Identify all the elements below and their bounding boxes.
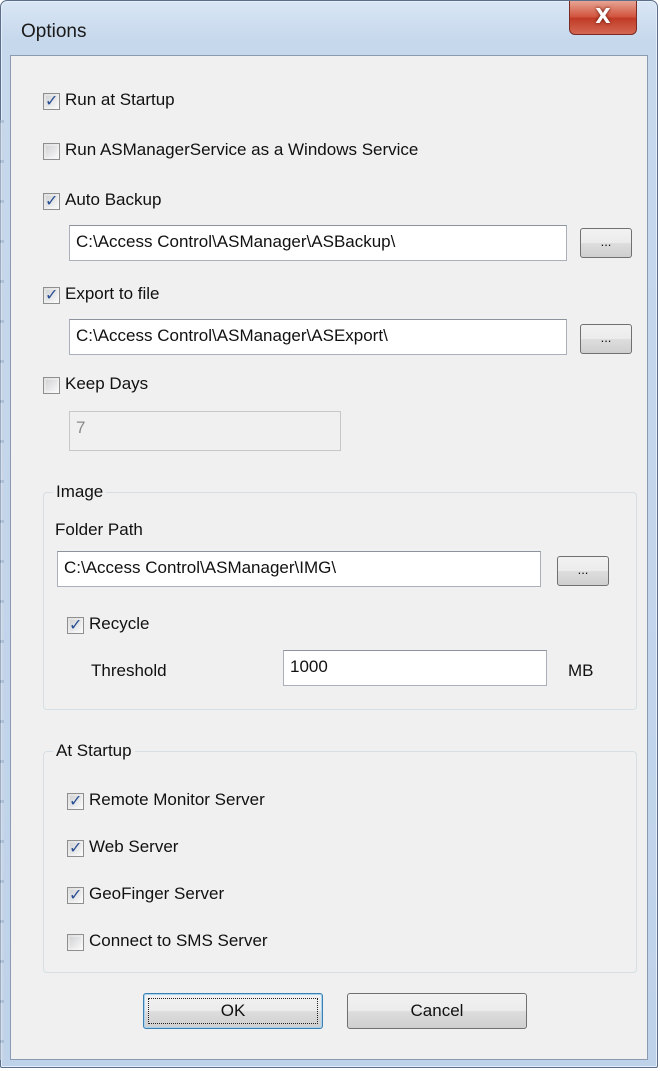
image-group-title: Image — [53, 482, 107, 502]
threshold-label: Threshold — [91, 661, 167, 680]
checkmark-icon: ✓ — [45, 191, 59, 210]
checkmark-icon: ✓ — [45, 91, 59, 110]
run-as-service-checkbox[interactable]: ✓ — [43, 143, 60, 160]
run-at-startup-checkbox[interactable]: ✓ — [43, 91, 60, 110]
remote-monitor-server-checkbox[interactable]: ✓ — [67, 791, 84, 810]
export-browse-button[interactable]: ... — [580, 324, 632, 354]
auto-backup-label: Auto Backup — [65, 190, 162, 209]
geofinger-server-checkbox[interactable]: ✓ — [67, 885, 84, 904]
checkmark-icon: ✓ — [69, 615, 83, 634]
run-as-service-label: Run ASManagerService as a Windows Servic… — [65, 140, 419, 159]
backup-browse-button[interactable]: ... — [580, 228, 632, 258]
export-to-file-checkbox[interactable]: ✓ — [43, 285, 60, 304]
checkmark-icon: ✓ — [69, 791, 83, 810]
keep-days-checkbox[interactable]: ✓ — [43, 377, 60, 394]
recycle-label: Recycle — [89, 614, 150, 633]
window-title: Options — [21, 21, 87, 42]
keep-days-input[interactable]: 7 — [69, 411, 341, 451]
auto-backup-checkbox[interactable]: ✓ — [43, 191, 60, 210]
dialog-client-area: ✓ Run at Startup ✓ Run ASManagerService … — [10, 55, 648, 1060]
focus-rectangle — [148, 998, 318, 1024]
cancel-button[interactable]: Cancel — [347, 993, 527, 1029]
checkmark-icon: ✓ — [69, 838, 83, 857]
connect-sms-server-checkbox[interactable]: ✓ — [67, 934, 84, 951]
image-browse-button[interactable]: ... — [557, 556, 609, 586]
browse-button-label: ... — [577, 562, 589, 577]
close-icon: X — [595, 4, 611, 28]
threshold-input[interactable]: 1000 — [283, 650, 547, 686]
checkmark-icon: ✓ — [45, 285, 59, 304]
close-button[interactable]: X — [569, 1, 637, 35]
image-folder-path-input[interactable]: C:\Access Control\ASManager\IMG\ — [57, 551, 541, 587]
window-left-border — [0, 120, 4, 1060]
geofinger-server-label: GeoFinger Server — [89, 884, 225, 903]
export-to-file-label: Export to file — [65, 284, 160, 303]
remote-monitor-server-label: Remote Monitor Server — [89, 790, 265, 809]
ok-button[interactable]: OK — [143, 993, 323, 1029]
run-at-startup-label: Run at Startup — [65, 90, 175, 109]
backup-path-input[interactable]: C:\Access Control\ASManager\ASBackup\ — [69, 225, 567, 261]
threshold-unit: MB — [568, 661, 594, 680]
export-path-input[interactable]: C:\Access Control\ASManager\ASExport\ — [69, 319, 567, 355]
recycle-checkbox[interactable]: ✓ — [67, 615, 84, 634]
browse-button-label: ... — [600, 234, 612, 249]
cancel-button-label: Cancel — [410, 1001, 464, 1020]
web-server-label: Web Server — [89, 837, 179, 856]
web-server-checkbox[interactable]: ✓ — [67, 838, 84, 857]
keep-days-label: Keep Days — [65, 374, 149, 393]
browse-button-label: ... — [600, 330, 612, 345]
checkmark-icon: ✓ — [69, 885, 83, 904]
folder-path-label: Folder Path — [55, 520, 143, 539]
connect-sms-server-label: Connect to SMS Server — [89, 931, 268, 950]
at-startup-group-title: At Startup — [53, 741, 135, 761]
